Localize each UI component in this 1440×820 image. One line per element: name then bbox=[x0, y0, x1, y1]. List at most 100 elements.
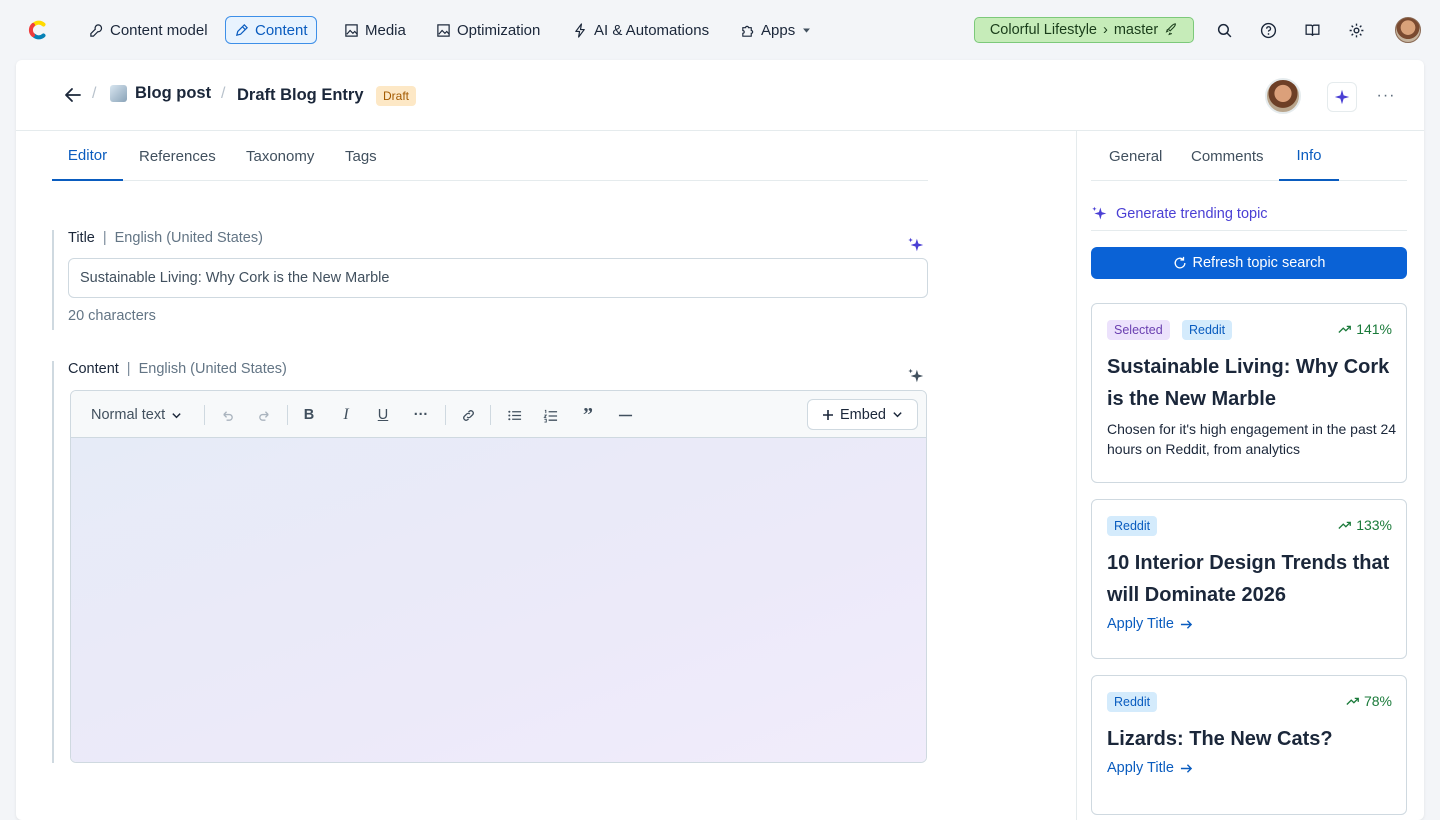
nav-media[interactable]: Media bbox=[335, 16, 415, 44]
breadcrumb-separator: / bbox=[92, 85, 97, 102]
ai-assist-button[interactable] bbox=[1327, 82, 1357, 112]
pen-icon bbox=[235, 23, 248, 36]
tab-taxonomy[interactable]: Taxonomy bbox=[246, 131, 314, 181]
quote-icon[interactable]: ” bbox=[578, 404, 598, 426]
toolbar-divider bbox=[490, 405, 491, 425]
italic-icon[interactable]: I bbox=[336, 404, 356, 426]
text-format-dropdown[interactable]: Normal text bbox=[91, 404, 182, 426]
tab-references[interactable]: References bbox=[139, 131, 216, 181]
tab-editor[interactable]: Editor bbox=[52, 131, 123, 181]
embed-button[interactable]: Embed bbox=[807, 399, 918, 430]
more-formatting-icon[interactable]: ··· bbox=[411, 404, 431, 426]
nav-content-model[interactable]: Content model bbox=[80, 16, 217, 44]
field-locale: English (United States) bbox=[138, 361, 287, 377]
nav-label: Content model bbox=[110, 21, 208, 39]
arrow-right-icon bbox=[1180, 763, 1193, 773]
environment-switcher[interactable]: Colorful Lifestyle › master bbox=[974, 17, 1194, 43]
numbered-list-icon[interactable] bbox=[540, 404, 560, 426]
trend-value: 78% bbox=[1363, 693, 1392, 709]
editor-avatar[interactable] bbox=[1265, 78, 1301, 114]
status-badge: Draft bbox=[376, 86, 417, 106]
contentful-logo[interactable] bbox=[26, 18, 50, 42]
nav-content[interactable]: Content bbox=[225, 16, 317, 44]
apply-title-label: Apply Title bbox=[1107, 760, 1174, 776]
toolbar-divider bbox=[445, 405, 446, 425]
chevron-right-icon: › bbox=[1103, 22, 1108, 38]
breadcrumb-separator: / bbox=[221, 85, 226, 102]
source-badge: Reddit bbox=[1107, 516, 1158, 536]
title-field-label: Title | English (United States) bbox=[68, 230, 263, 246]
entry-title: Draft Blog Entry bbox=[237, 86, 364, 104]
back-arrow-icon[interactable] bbox=[62, 84, 84, 106]
underline-icon[interactable]: U bbox=[373, 404, 393, 426]
topic-card[interactable]: Reddit 133% 10 Interior Design Trends th… bbox=[1091, 499, 1407, 659]
rocket-icon bbox=[1165, 23, 1177, 36]
text-format-value: Normal text bbox=[91, 407, 166, 423]
more-options-button[interactable]: ··· bbox=[1376, 84, 1396, 108]
rich-text-editor: Normal text B I U ··· ” Embed bbox=[70, 390, 927, 763]
entry-sidebar: General Comments Info Generate trending … bbox=[1076, 131, 1424, 820]
apply-title-link[interactable]: Apply Title bbox=[1107, 616, 1193, 632]
trend-indicator: 133% bbox=[1338, 517, 1392, 533]
embed-label: Embed bbox=[840, 406, 886, 423]
bulleted-list-icon[interactable] bbox=[504, 404, 524, 426]
trend-value: 133% bbox=[1356, 517, 1392, 533]
gear-icon[interactable] bbox=[1346, 20, 1366, 40]
topic-card[interactable]: Selected Reddit 141% Sustainable Living:… bbox=[1091, 303, 1407, 483]
image-icon bbox=[437, 23, 450, 37]
bolt-icon bbox=[575, 22, 585, 38]
topic-description: Chosen for it's high engagement in the p… bbox=[1107, 421, 1397, 457]
nav-apps[interactable]: Apps bbox=[731, 16, 821, 44]
topic-card[interactable]: Reddit 78% Lizards: The New Cats? Apply … bbox=[1091, 675, 1407, 815]
nav-optimization[interactable]: Optimization bbox=[427, 16, 549, 44]
rich-text-body[interactable] bbox=[71, 438, 926, 762]
topic-title: 10 Interior Design Trends that will Domi… bbox=[1107, 552, 1390, 606]
toolbar-divider bbox=[287, 405, 288, 425]
top-navigation: Content model Content Media Optimization… bbox=[0, 0, 1440, 60]
sparkle-icon[interactable] bbox=[907, 367, 925, 385]
topic-title: Sustainable Living: Why Cork is the New … bbox=[1107, 356, 1390, 410]
trend-indicator: 78% bbox=[1346, 693, 1392, 709]
entry-header: / Blog post / Draft Blog Entry Draft ··· bbox=[16, 60, 1424, 131]
label-divider: | bbox=[126, 361, 131, 377]
trend-value: 141% bbox=[1356, 321, 1392, 337]
tab-tags[interactable]: Tags bbox=[345, 131, 377, 181]
undo-icon[interactable] bbox=[217, 404, 237, 426]
redo-icon[interactable] bbox=[254, 404, 274, 426]
link-icon[interactable] bbox=[457, 404, 479, 426]
chevron-down-icon bbox=[172, 412, 181, 418]
sparkle-icon[interactable] bbox=[907, 236, 925, 254]
nav-label: Optimization bbox=[457, 21, 541, 39]
editor-tabs: Editor References Taxonomy Tags bbox=[52, 131, 928, 181]
book-icon[interactable] bbox=[1302, 20, 1322, 40]
nav-label: AI & Automations bbox=[594, 21, 710, 39]
field-name: Content bbox=[68, 361, 119, 377]
image-icon bbox=[345, 23, 358, 37]
user-avatar[interactable] bbox=[1395, 17, 1421, 43]
apply-title-link[interactable]: Apply Title bbox=[1107, 760, 1193, 776]
source-badge: Reddit bbox=[1107, 692, 1158, 712]
sparkle-icon bbox=[1334, 89, 1350, 105]
environment-name: master bbox=[1113, 22, 1159, 38]
tab-general[interactable]: General bbox=[1109, 131, 1162, 181]
refresh-icon bbox=[1174, 256, 1185, 269]
source-badge: Reddit bbox=[1182, 320, 1233, 340]
character-count: 20 characters bbox=[68, 308, 156, 324]
tab-info[interactable]: Info bbox=[1279, 131, 1339, 181]
horizontal-rule-icon[interactable] bbox=[615, 404, 635, 426]
nav-label: Apps bbox=[761, 21, 796, 39]
field-locale: English (United States) bbox=[114, 230, 263, 246]
content-type-emoji-icon bbox=[110, 85, 127, 102]
tab-comments[interactable]: Comments bbox=[1191, 131, 1264, 181]
sidebar-tabs: General Comments Info bbox=[1091, 131, 1407, 181]
help-icon[interactable] bbox=[1258, 20, 1278, 40]
bold-icon[interactable]: B bbox=[299, 404, 319, 426]
title-input[interactable]: Sustainable Living: Why Cork is the New … bbox=[68, 258, 928, 298]
generate-trending-topic-label: Generate trending topic bbox=[1116, 205, 1268, 222]
refresh-topic-search-button[interactable]: Refresh topic search bbox=[1091, 247, 1407, 279]
search-icon[interactable] bbox=[1214, 20, 1234, 40]
nav-ai-automations[interactable]: AI & Automations bbox=[564, 16, 718, 44]
generate-trending-topic-link[interactable]: Generate trending topic bbox=[1091, 205, 1407, 231]
trending-up-icon bbox=[1338, 325, 1352, 333]
content-field-label: Content | English (United States) bbox=[68, 361, 287, 377]
